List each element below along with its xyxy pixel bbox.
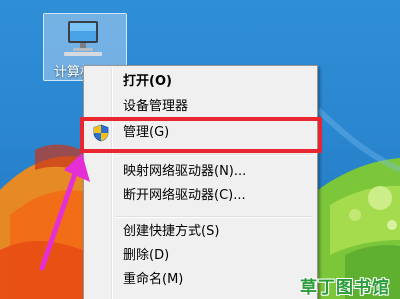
menu-item-open[interactable]: 打开(O) (87, 71, 314, 93)
watermark-text: 草丁图书馆 (300, 278, 390, 298)
menu-item-create-shortcut[interactable]: 创建快捷方式(S) (87, 221, 314, 243)
menu-item-rename[interactable]: 重命名(M) (87, 269, 314, 291)
menu-item-map-network-drive[interactable]: 映射网络驱动器(N)... (87, 161, 314, 183)
menu-separator (115, 154, 312, 156)
menu-item-label: 创建快捷方式(S) (123, 224, 220, 239)
menu-separator (115, 216, 312, 218)
menu-item-label: 删除(D) (123, 248, 170, 263)
menu-item-label: 断开网络驱动器(C)... (123, 188, 246, 203)
menu-item-label: 映射网络驱动器(N)... (123, 164, 247, 179)
context-menu: 打开(O) 设备管理器 管理(G) 映射网络驱动器(N)... 断开网络驱动器(… (83, 65, 318, 299)
menu-item-label: 重命名(M) (123, 272, 184, 287)
computer-icon (64, 21, 102, 56)
menu-item-label: 打开(O) (123, 74, 172, 89)
menu-item-label: 设备管理器 (123, 99, 189, 114)
desktop: 计算机 打开(O) 设备管理器 管理(G) 映射网络驱动器(N)... 断开网络… (0, 0, 400, 299)
menu-item-device-manager[interactable]: 设备管理器 (87, 96, 314, 118)
highlight-box (80, 117, 322, 153)
menu-item-disconnect-network-drive[interactable]: 断开网络驱动器(C)... (87, 185, 314, 207)
menu-item-delete[interactable]: 删除(D) (87, 245, 314, 267)
